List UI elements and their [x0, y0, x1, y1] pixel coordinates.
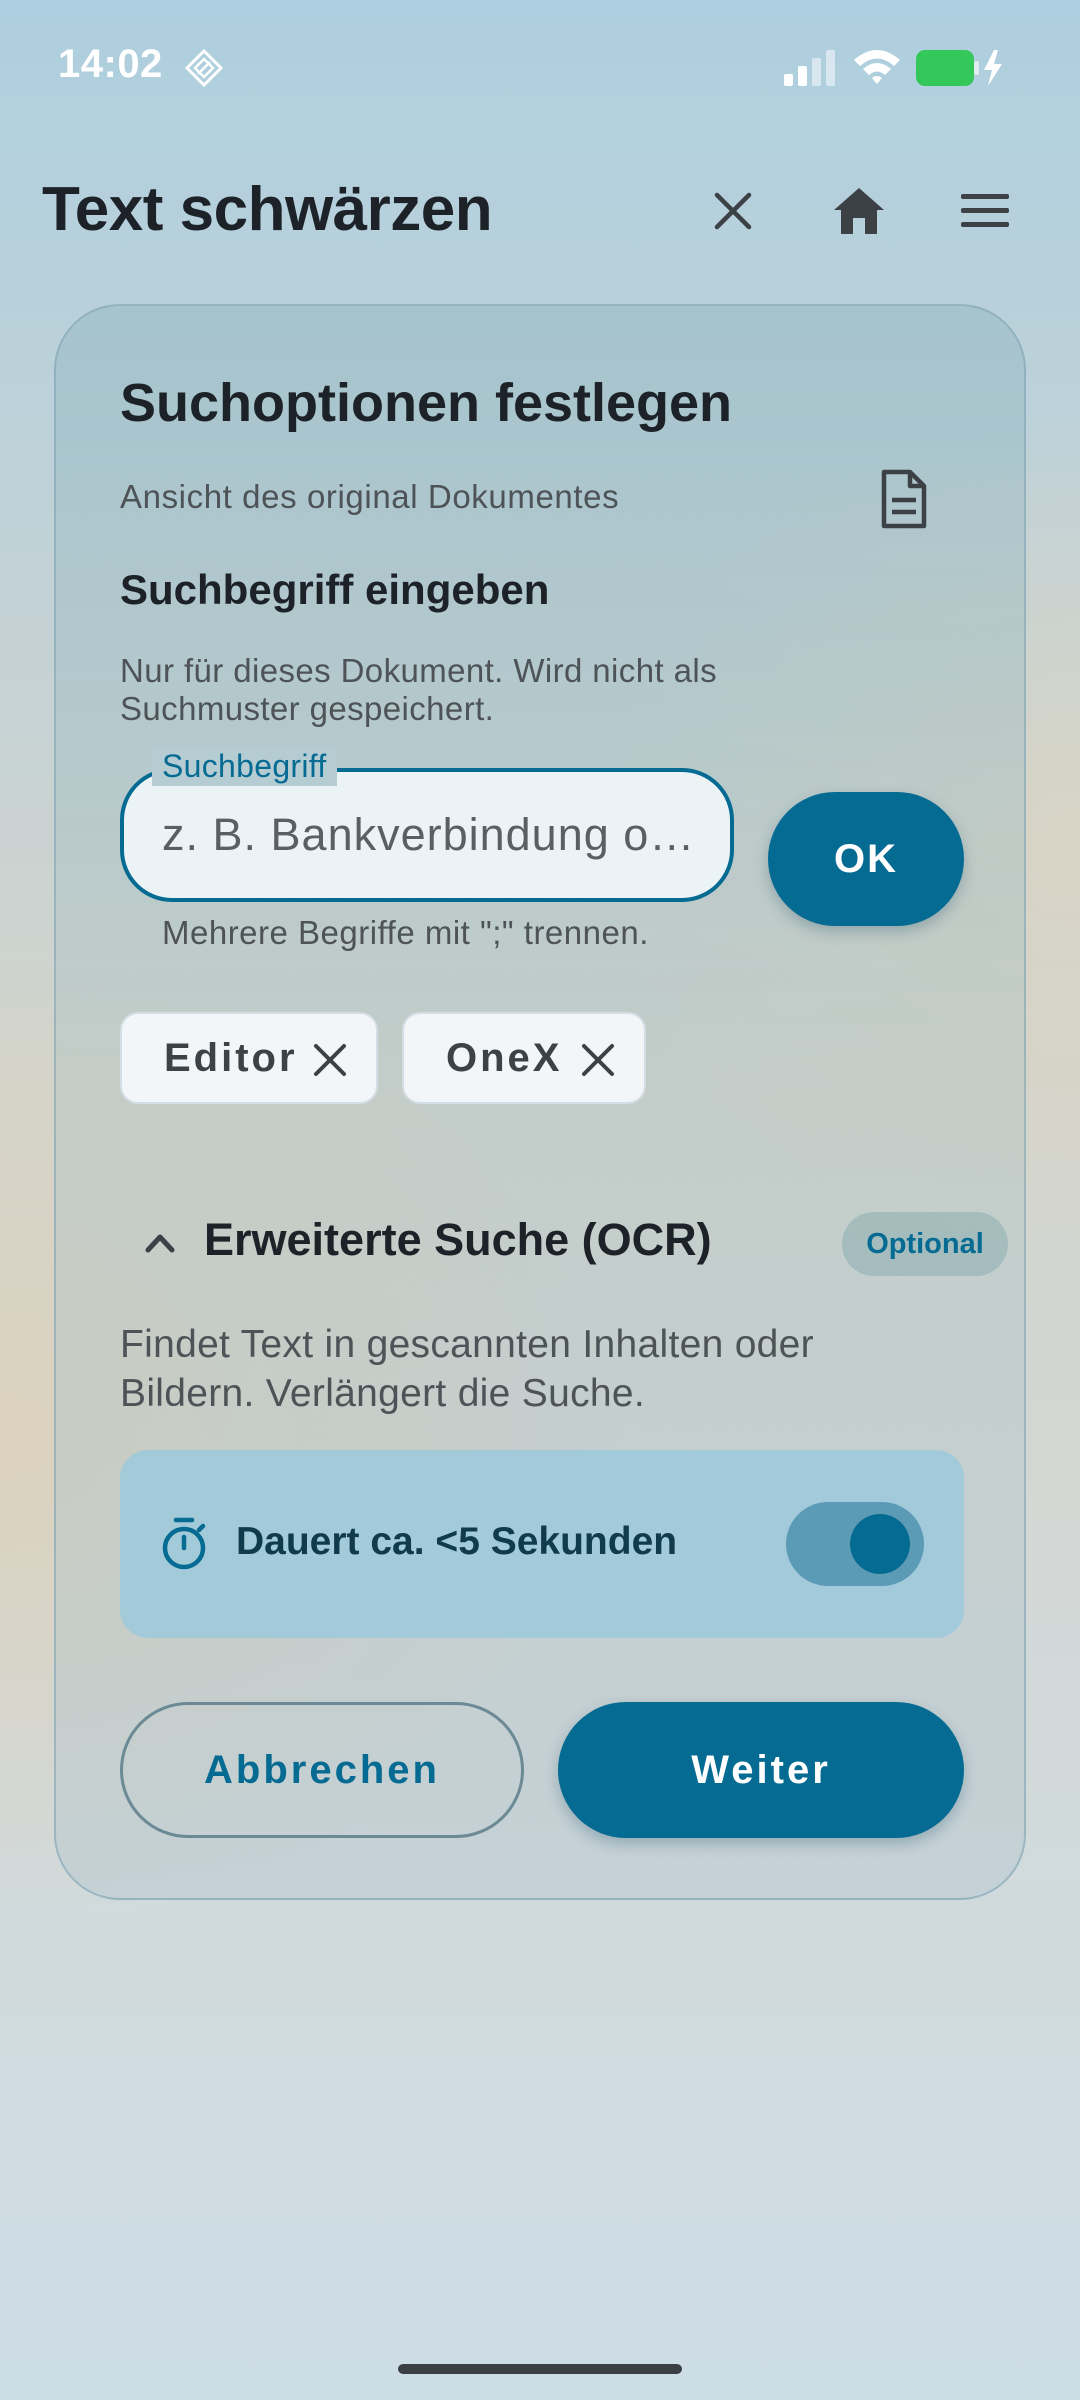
- advanced-search-title: Erweiterte Suche (OCR): [204, 1214, 712, 1265]
- status-time: 14:02: [58, 42, 163, 86]
- remove-chip-icon[interactable]: [578, 1040, 618, 1080]
- remove-chip-icon[interactable]: [310, 1040, 350, 1080]
- ocr-duration-panel: Dauert ca. <5 Sekunden: [120, 1450, 964, 1638]
- card-title: Suchoptionen festlegen: [120, 373, 733, 433]
- advanced-search-description: Findet Text in gescannten Inhalten oder …: [120, 1323, 814, 1415]
- close-icon: [714, 192, 752, 230]
- document-view-label: Ansicht des original Dokumentes: [120, 478, 620, 515]
- home-indicator[interactable]: [398, 2364, 682, 2374]
- close-button[interactable]: [700, 178, 766, 244]
- chip-label: Editor: [164, 1035, 298, 1080]
- search-term-heading: Suchbegriff eingeben: [120, 566, 550, 613]
- ocr-duration-text: Dauert ca. <5 Sekunden: [236, 1520, 678, 1563]
- search-helper-text: Mehrere Begriffe mit ";" trennen.: [162, 914, 649, 951]
- search-term-description: Nur für dieses Dokument. Wird nicht als …: [120, 652, 717, 727]
- advanced-search-toggle[interactable]: Erweiterte Suche (OCR) Optional: [120, 1202, 1008, 1282]
- app-header: Text schwärzen: [0, 160, 1080, 260]
- search-field-label: Suchbegriff: [152, 746, 337, 786]
- search-options-card: Suchoptionen festlegen Ansicht des origi…: [54, 304, 1026, 1900]
- document-icon[interactable]: [870, 466, 936, 532]
- battery-icon: [916, 50, 1002, 86]
- search-term-input[interactable]: [162, 802, 702, 868]
- chevron-up-icon: [145, 1234, 175, 1253]
- ok-button[interactable]: OK: [768, 792, 964, 926]
- page-title: Text schwärzen: [42, 175, 493, 244]
- optional-badge: Optional: [842, 1212, 1008, 1276]
- menu-icon: [961, 194, 1009, 227]
- wifi-icon: [854, 50, 900, 84]
- location-icon: [184, 48, 224, 88]
- status-bar: 14:02: [0, 0, 1080, 135]
- search-term-chip: OneX: [402, 1012, 646, 1104]
- timer-icon: [162, 1517, 206, 1570]
- next-button[interactable]: Weiter: [558, 1702, 964, 1838]
- home-icon: [834, 188, 884, 234]
- home-button[interactable]: [826, 178, 892, 244]
- ocr-toggle[interactable]: [786, 1502, 924, 1586]
- search-term-field[interactable]: Suchbegriff: [120, 746, 734, 902]
- cancel-button[interactable]: Abbrechen: [120, 1702, 524, 1838]
- cellular-signal-icon: [784, 50, 835, 86]
- menu-button[interactable]: [952, 178, 1018, 244]
- ocr-toggle-knob: [850, 1514, 910, 1574]
- search-term-chip: Editor: [120, 1012, 378, 1104]
- chip-label: OneX: [446, 1035, 563, 1080]
